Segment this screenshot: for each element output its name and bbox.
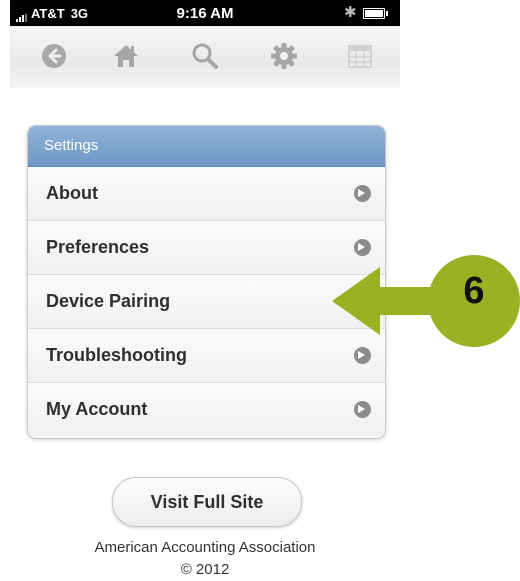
toolbar — [10, 26, 400, 88]
settings-item-label: Troubleshooting — [46, 345, 187, 365]
search-icon[interactable] — [185, 36, 225, 76]
status-bar: AT&T 3G 9:16 AM ✱ — [10, 0, 400, 26]
settings-item-label: Preferences — [46, 237, 150, 257]
chevron-right-icon — [354, 185, 371, 202]
settings-item-label: Device Pairing — [46, 291, 171, 311]
app-screen: AT&T 3G 9:16 AM ✱ Settings About Prefere… — [0, 0, 520, 581]
home-icon[interactable] — [106, 36, 146, 76]
bluetooth-icon: ✱ — [344, 4, 357, 21]
clock: 9:16 AM — [176, 5, 234, 22]
gear-icon[interactable] — [264, 36, 304, 76]
callout-number: 6 — [463, 270, 485, 312]
visit-full-site-button[interactable]: Visit Full Site — [112, 477, 302, 527]
calendar-icon[interactable] — [340, 36, 380, 76]
battery-icon — [363, 8, 388, 19]
back-arrow-icon[interactable] — [34, 36, 74, 76]
chevron-right-icon — [354, 401, 371, 418]
copyright-text: © 2012 — [180, 561, 230, 578]
organization-name: American Accounting Association — [94, 539, 316, 556]
settings-item-label: My Account — [46, 399, 148, 419]
settings-item-my-account[interactable]: My Account — [28, 383, 385, 436]
settings-header: Settings — [28, 126, 385, 167]
settings-item-about[interactable]: About — [28, 167, 385, 221]
settings-item-label: About — [46, 183, 98, 203]
